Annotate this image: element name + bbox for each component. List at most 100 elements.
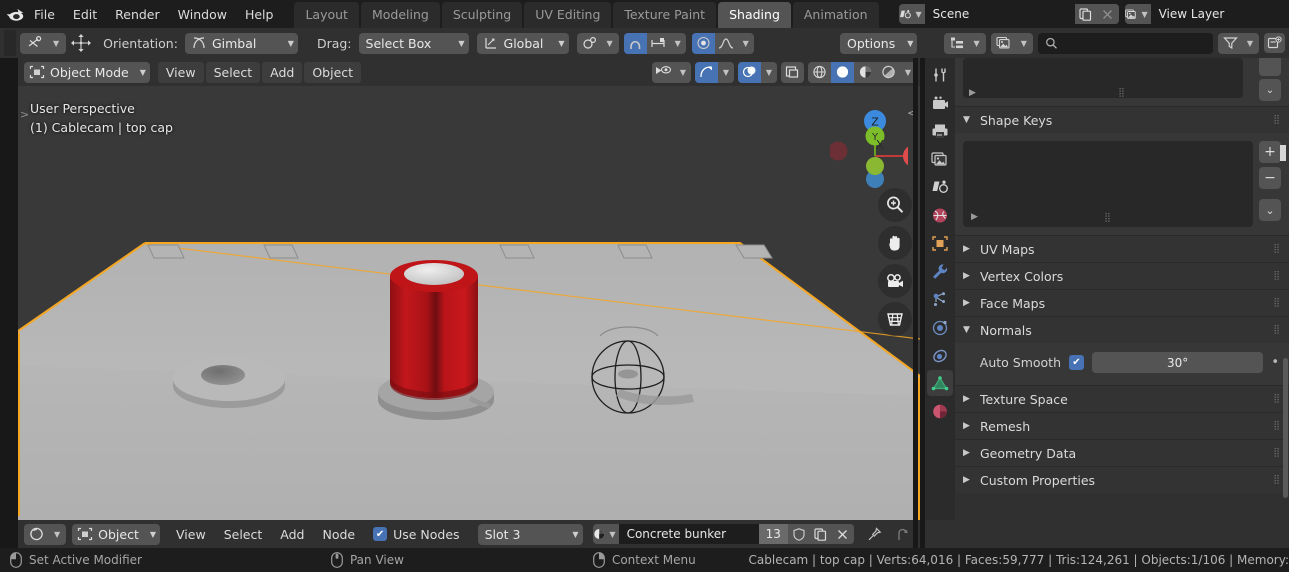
viewport-menu-view[interactable]: View xyxy=(157,61,204,83)
properties-scrollbar[interactable] xyxy=(1283,358,1288,498)
properties-tab-render[interactable] xyxy=(927,90,953,116)
fake-user-button[interactable] xyxy=(787,524,810,544)
snap-options-chevron[interactable]: ▼ xyxy=(670,33,686,54)
grip-dots-icon[interactable]: ⣿ xyxy=(1273,298,1281,307)
shape-keys-grip-icon[interactable]: ⣿ xyxy=(1104,213,1112,223)
panel-header-custom-properties[interactable]: ▶ Custom Properties ⣿ xyxy=(955,466,1289,493)
transform-space-dropdown[interactable]: Global ▼ xyxy=(476,32,569,54)
shape-key-remove-button[interactable]: − xyxy=(1259,167,1281,189)
view-layer-icon[interactable]: ▼ xyxy=(1124,8,1151,21)
show-gizmo-button[interactable] xyxy=(695,61,718,83)
properties-tab-modifiers[interactable] xyxy=(927,258,953,284)
snap-target-button[interactable] xyxy=(647,33,670,54)
shader-menu-select[interactable]: Select xyxy=(216,524,271,545)
object-visibility-button[interactable] xyxy=(652,62,675,83)
xray-toggle-button[interactable] xyxy=(781,62,804,83)
material-preview-shading-button[interactable] xyxy=(854,62,877,83)
material-selector[interactable]: ▼ Concrete bunker 13 xyxy=(592,524,854,544)
toggle-orthographic-button[interactable] xyxy=(878,302,912,336)
falloff-type-button[interactable] xyxy=(715,33,738,54)
panel-header-geometry-data[interactable]: ▶ Geometry Data ⣿ xyxy=(955,439,1289,466)
properties-tab-tool[interactable] xyxy=(927,62,953,88)
grip-dots-icon[interactable]: ⣿ xyxy=(1273,448,1281,457)
workspace-tab-uv-editing[interactable]: UV Editing xyxy=(524,2,612,28)
properties-tab-material[interactable] xyxy=(927,398,953,424)
outliner-filter-dropdown[interactable]: ▼ xyxy=(1217,32,1259,54)
viewport-menu-object[interactable]: Object xyxy=(304,61,362,83)
rendered-shading-button[interactable] xyxy=(877,62,900,83)
overlays-chevron[interactable]: ▼ xyxy=(761,62,777,83)
go-to-parent-button[interactable] xyxy=(890,527,916,542)
auto-smooth-angle-field[interactable]: 30° xyxy=(1092,352,1264,373)
pan-button[interactable] xyxy=(878,226,912,260)
visibility-chevron[interactable]: ▼ xyxy=(675,62,691,83)
viewport-sidebar-toggle[interactable]: > xyxy=(20,108,29,121)
view-layer-selector[interactable]: ▼ View Layer xyxy=(1124,4,1289,24)
unlink-scene-button[interactable] xyxy=(1096,4,1119,24)
partial-side-button-chevron[interactable]: ⌄ xyxy=(1259,79,1281,101)
scene-icon[interactable]: ▼ xyxy=(899,8,925,21)
options-dropdown[interactable]: Options ▼ xyxy=(840,32,918,54)
drag-dropdown[interactable]: Select Box ▼ xyxy=(358,32,469,54)
proportional-edit-toggle[interactable] xyxy=(691,32,715,54)
properties-tab-particles[interactable] xyxy=(927,286,953,312)
properties-tab-output[interactable] xyxy=(927,118,953,144)
properties-tab-scene[interactable] xyxy=(927,174,953,200)
new-collection-button[interactable] xyxy=(1264,33,1285,53)
workspace-tab-animation[interactable]: Animation xyxy=(792,2,879,28)
panel-header-uv-maps[interactable]: ▶ UV Maps ⣿ xyxy=(955,235,1289,262)
triangle-right-icon[interactable]: ▶ xyxy=(969,88,976,98)
unlink-material-button[interactable] xyxy=(831,524,854,544)
shape-key-specials-button[interactable]: ⌄ xyxy=(1259,199,1281,221)
viewport-menu-select[interactable]: Select xyxy=(205,61,261,83)
snap-toggle-button[interactable] xyxy=(623,32,647,54)
grip-dots-icon[interactable]: ⣿ xyxy=(1273,115,1281,124)
properties-tab-constraints[interactable] xyxy=(927,342,953,368)
grip-dots-icon[interactable]: ⣿ xyxy=(1118,88,1126,98)
properties-panel-list[interactable]: ▶ ⣿ ⌄ ▼ Shape Keys ⣿ ▶ ⣿ + − ⌄ ▶ UV Maps… xyxy=(955,58,1289,520)
panel-header-vertex-colors[interactable]: ▶ Vertex Colors ⣿ xyxy=(955,262,1289,289)
partial-listbox[interactable] xyxy=(963,58,1243,98)
grip-dots-icon[interactable]: ⣿ xyxy=(1273,394,1281,403)
grip-dots-icon[interactable]: ⣿ xyxy=(1273,475,1281,484)
partial-side-button-up[interactable] xyxy=(1259,58,1281,76)
properties-scroll-indicator[interactable] xyxy=(1280,145,1286,161)
solid-shading-button[interactable] xyxy=(831,61,854,83)
menu-file[interactable]: File xyxy=(25,4,64,25)
workspace-tab-layout[interactable]: Layout xyxy=(294,2,359,28)
snap-pivot-dropdown[interactable]: ▼ xyxy=(576,32,619,54)
shader-type-dropdown[interactable]: Object ▼ xyxy=(72,523,161,545)
menu-help[interactable]: Help xyxy=(236,4,283,25)
panel-header-texture-space[interactable]: ▶ Texture Space ⣿ xyxy=(955,385,1289,412)
pin-button[interactable] xyxy=(862,526,888,542)
auto-smooth-checkbox[interactable]: ✔ xyxy=(1069,355,1084,370)
animate-dot-icon[interactable]: • xyxy=(1271,355,1279,370)
panel-header-shape-keys[interactable]: ▼ Shape Keys ⣿ xyxy=(955,106,1289,133)
camera-view-button[interactable] xyxy=(878,264,912,298)
workspace-tab-sculpting[interactable]: Sculpting xyxy=(441,2,523,28)
shader-editor-type-dropdown[interactable]: ▼ xyxy=(24,523,67,545)
editor-divider[interactable] xyxy=(913,58,918,548)
properties-tab-view-layer[interactable] xyxy=(927,146,953,172)
grip-dots-icon[interactable]: ⣿ xyxy=(1273,271,1281,280)
transform-gizmo-indicator[interactable] xyxy=(66,33,96,53)
editor-type-tab[interactable] xyxy=(4,30,16,56)
menu-window[interactable]: Window xyxy=(169,4,236,25)
grip-dots-icon[interactable]: ⣿ xyxy=(1273,325,1281,334)
panel-header-face-maps[interactable]: ▶ Face Maps ⣿ xyxy=(955,289,1289,316)
shape-key-add-button[interactable]: + xyxy=(1259,141,1281,163)
scene-selector[interactable]: ▼ Scene xyxy=(898,4,1119,24)
shader-menu-view[interactable]: View xyxy=(168,524,214,545)
blender-logo-icon[interactable] xyxy=(6,4,25,24)
material-sphere-icon[interactable]: ▼ xyxy=(593,527,619,541)
active-tool-selector[interactable]: ▼ xyxy=(20,32,67,54)
orientation-dropdown[interactable]: Gimbal ▼ xyxy=(184,32,298,54)
view-layer-name[interactable]: View Layer xyxy=(1150,4,1289,24)
shape-keys-list[interactable]: ▶ ⣿ xyxy=(963,141,1253,227)
outliner-search-input[interactable] xyxy=(1037,32,1213,54)
show-overlays-button[interactable] xyxy=(738,61,761,83)
wireframe-shading-button[interactable] xyxy=(808,62,831,83)
shader-menu-add[interactable]: Add xyxy=(272,524,312,545)
panel-header-normals[interactable]: ▼ Normals ⣿ xyxy=(955,316,1289,343)
outliner-id-type-dropdown[interactable]: ▼ xyxy=(990,32,1033,54)
